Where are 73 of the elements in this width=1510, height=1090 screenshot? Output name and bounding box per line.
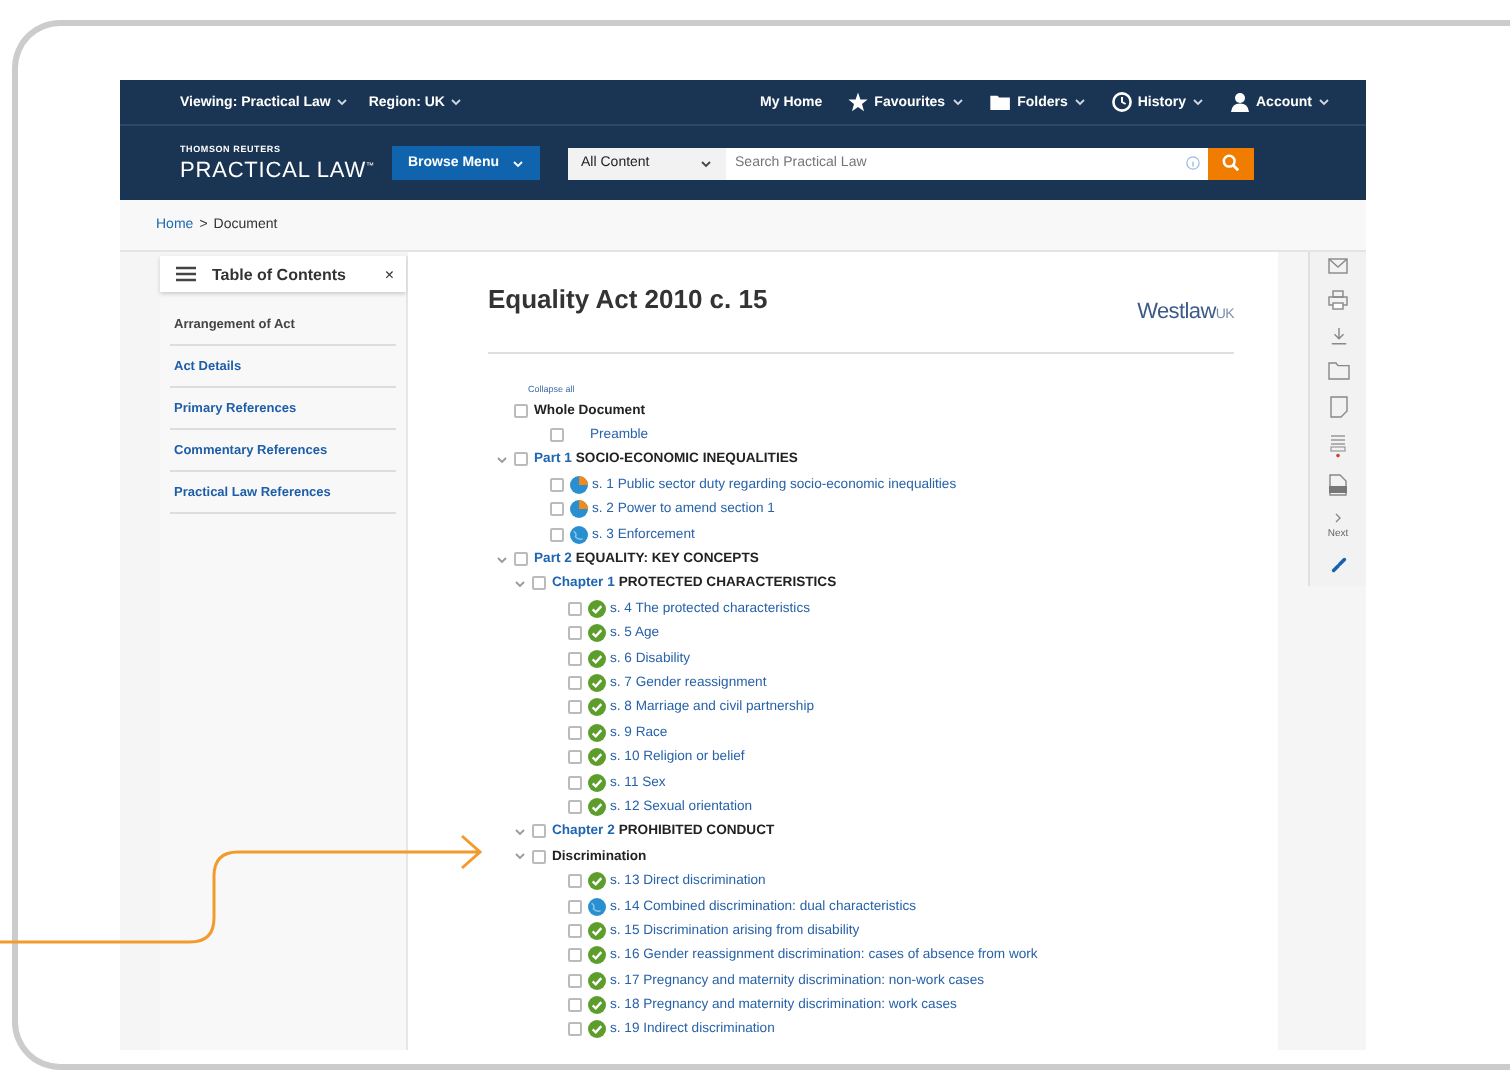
annotation-icon[interactable] [1330,434,1346,458]
check-icon [588,1020,606,1039]
check-icon [588,649,606,668]
checkbox[interactable] [550,477,564,492]
envelope-icon[interactable] [1328,258,1348,274]
checkbox[interactable] [568,601,582,616]
check-icon [588,773,606,792]
check-icon [588,921,606,940]
caret-icon [1318,98,1330,106]
chevron-icon[interactable] [496,453,508,466]
checkbox[interactable] [568,725,582,740]
checkbox[interactable] [568,973,582,988]
caret-icon [1073,98,1086,106]
checkbox[interactable] [568,1022,582,1037]
check-icon [588,723,606,742]
checkbox[interactable] [568,923,582,938]
info-icon [1185,156,1200,170]
checkbox[interactable] [568,750,582,765]
check-icon [588,624,606,643]
caret-icon [511,159,524,167]
clock-icon [1111,92,1132,112]
caret-icon [450,98,463,106]
checkbox[interactable] [568,799,582,814]
checkbox[interactable] [550,527,564,542]
checkbox[interactable] [568,899,582,913]
folder-icon[interactable] [1327,362,1349,380]
checkbox[interactable] [532,576,546,591]
folder-icon [989,94,1012,110]
checkbox[interactable] [550,502,564,517]
checkbox[interactable] [514,403,528,418]
toc-title: Table of Contents [212,265,348,283]
check-icon [588,996,606,1015]
checkbox[interactable] [568,775,582,790]
menu-icon[interactable] [176,266,196,282]
chevron-icon[interactable] [496,553,508,566]
search-button[interactable] [1207,147,1254,179]
download-icon[interactable] [1329,326,1347,346]
checkbox[interactable] [568,948,582,963]
printer-icon[interactable] [1328,290,1348,310]
checkbox[interactable] [568,675,582,690]
checkbox[interactable] [568,998,582,1013]
check-icon [588,971,606,990]
chevron-icon[interactable] [514,825,526,838]
check-icon [588,872,606,891]
caret-icon [1192,98,1204,106]
check-icon [588,698,606,717]
checkbox[interactable] [514,452,528,467]
checkbox[interactable] [514,552,528,567]
chevron-icon[interactable] [514,850,526,863]
checkbox[interactable] [568,626,582,641]
checkbox[interactable] [568,874,582,889]
chevron-icon[interactable] [514,577,526,590]
checkbox[interactable] [532,824,546,839]
person-icon [1230,92,1250,112]
chevron-icon [1334,512,1342,524]
document-title: Equality Act 2010 c. 15 [488,284,768,314]
caret-icon [951,98,964,106]
check-icon [588,797,606,816]
caret-icon [699,159,712,167]
checkbox[interactable] [532,849,546,864]
checkbox[interactable] [568,700,582,715]
close-button[interactable]: × [384,265,394,283]
caret-icon [336,98,349,106]
search-icon [1221,154,1240,172]
checkbox[interactable] [568,651,582,666]
check-icon [588,599,606,618]
star-icon [848,92,869,112]
check-icon [588,946,606,965]
note-icon[interactable] [1329,396,1347,418]
checkbox[interactable] [550,428,564,443]
check-icon [588,673,606,692]
pdf-icon[interactable] [1328,474,1348,496]
check-icon [588,748,606,767]
